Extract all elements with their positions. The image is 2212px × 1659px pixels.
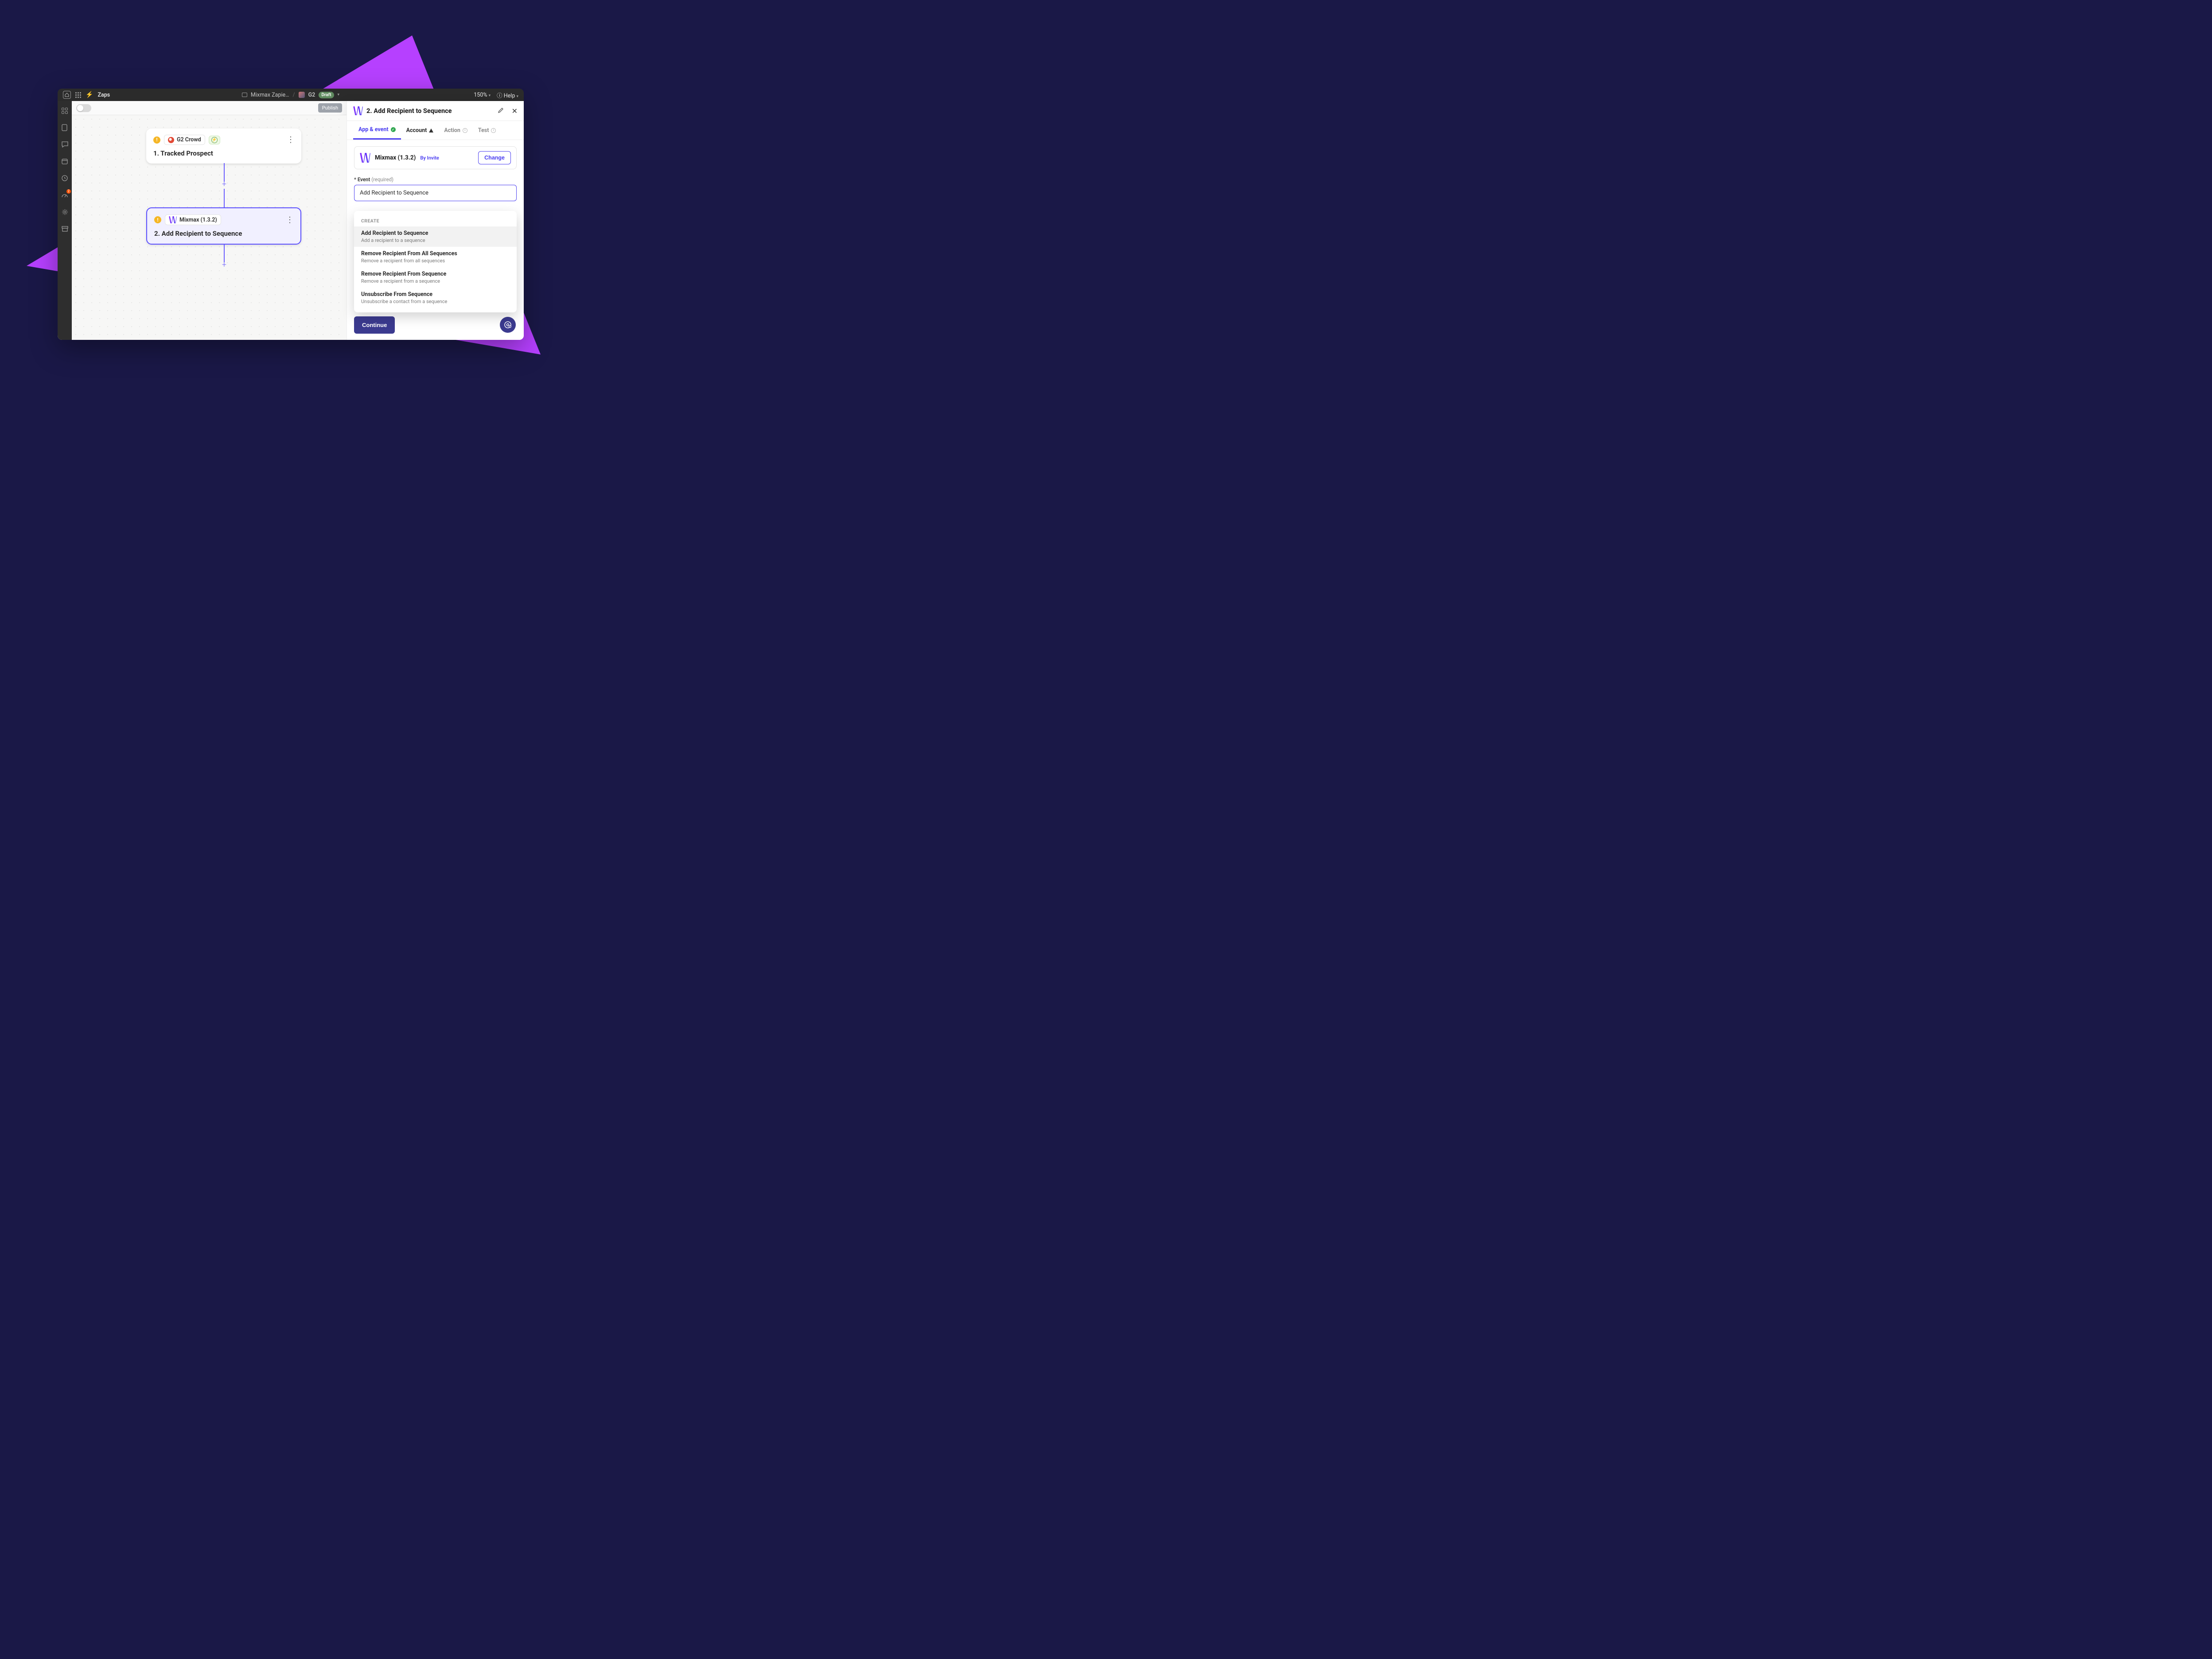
by-invite-badge: By Invite	[420, 155, 439, 161]
draft-badge: Draft	[319, 92, 334, 98]
more-icon[interactable]: ⋮	[287, 135, 294, 144]
notification-badge: 2	[66, 189, 71, 194]
app-chip-g2[interactable]: G2 Crowd	[164, 135, 205, 145]
mixmax-icon	[169, 216, 177, 223]
warning-icon: !	[154, 216, 161, 223]
folder-name[interactable]: Mixmax Zapie…	[251, 92, 289, 98]
dropdown-item[interactable]: Remove Recipient From SequenceRemove a r…	[354, 267, 517, 288]
tab-app-event[interactable]: App & event✓	[353, 121, 401, 140]
event-dropdown: CREATE Add Recipient to SequenceAdd a re…	[354, 211, 517, 312]
panel-title: 2. Add Recipient to Sequence	[366, 107, 452, 115]
warning-icon: !	[153, 136, 160, 144]
flash-icon: ⚡	[211, 137, 218, 143]
event-label: * Event (required)	[354, 176, 517, 183]
add-step-icon[interactable]: +	[221, 182, 227, 188]
g2-icon	[168, 137, 174, 143]
zap-node-1[interactable]: ! G2 Crowd ⚡ ⋮ 1. Tracked Prospect	[146, 129, 301, 164]
canvas-toolbar: Publish	[72, 101, 347, 115]
info-icon: i	[463, 128, 467, 133]
top-bar: ⚡ Zaps Mixmax Zapie… / G2 Draft ▾ 150% ▾…	[58, 89, 524, 101]
node-title: 2. Add Recipient to Sequence	[154, 230, 293, 238]
gauge-icon[interactable]: 2	[61, 191, 68, 199]
connector-line	[224, 245, 225, 262]
change-button[interactable]: Change	[478, 151, 511, 164]
tab-account[interactable]: Account	[401, 121, 439, 140]
dropdown-item[interactable]: Add Recipient to SequenceAdd a recipient…	[354, 226, 517, 247]
zap-name[interactable]: G2	[308, 92, 315, 98]
zap-node-2[interactable]: ! Mixmax (1.3.2) ⋮ 2. Add Recipient to S…	[146, 207, 301, 245]
connector-line	[224, 163, 225, 182]
folder-icon	[242, 93, 247, 97]
tab-test[interactable]: Testi	[473, 121, 502, 140]
comment-icon[interactable]	[61, 141, 68, 148]
step-panel: 2. Add Recipient to Sequence ✕ App & eve…	[347, 101, 524, 340]
trigger-chip[interactable]: ⚡	[209, 136, 220, 144]
continue-button[interactable]: Continue	[354, 316, 395, 334]
archive-icon[interactable]	[61, 225, 68, 232]
help-menu[interactable]: ⓘ Help ▾	[497, 91, 518, 99]
dropdown-item[interactable]: Unsubscribe From SequenceUnsubscribe a c…	[354, 288, 517, 308]
dropdown-group-label: CREATE	[354, 215, 517, 226]
clock-icon[interactable]	[61, 175, 68, 182]
connector-line	[224, 189, 225, 207]
app-chip-mixmax[interactable]: Mixmax (1.3.2)	[165, 214, 221, 225]
home-icon[interactable]	[63, 91, 71, 99]
calendar-icon[interactable]	[61, 158, 68, 165]
section-title: Zaps	[97, 92, 110, 98]
event-input[interactable]: Add Recipient to Sequence	[354, 185, 517, 201]
add-step-icon[interactable]: +	[221, 262, 227, 269]
tab-action[interactable]: Actioni	[439, 121, 473, 140]
gear-icon[interactable]	[61, 208, 68, 215]
apps-grid-icon[interactable]	[75, 92, 81, 98]
avatar-icon	[299, 92, 305, 98]
warning-icon	[429, 129, 433, 132]
check-icon: ✓	[391, 127, 396, 132]
info-icon: i	[491, 128, 496, 133]
help-fab[interactable]	[500, 317, 516, 333]
node-title: 1. Tracked Prospect	[153, 149, 294, 157]
zoom-level[interactable]: 150% ▾	[474, 92, 491, 98]
mixmax-icon	[353, 106, 363, 115]
mixmax-icon	[360, 153, 370, 163]
canvas[interactable]: ! G2 Crowd ⚡ ⋮ 1. Tracked Prospect + ! M…	[72, 115, 347, 340]
publish-button[interactable]: Publish	[318, 103, 342, 113]
dropdown-item[interactable]: Remove Recipient From All SequencesRemov…	[354, 247, 517, 267]
selected-app-row: Mixmax (1.3.2) By Invite Change	[354, 146, 517, 169]
app-name: Mixmax (1.3.2)	[375, 154, 416, 161]
close-icon[interactable]: ✕	[512, 107, 518, 115]
chevron-down-icon[interactable]: ▾	[338, 93, 340, 97]
breadcrumb: Mixmax Zapie… / G2 Draft ▾	[242, 92, 339, 98]
apps-icon[interactable]	[61, 107, 68, 114]
app-window: ⚡ Zaps Mixmax Zapie… / G2 Draft ▾ 150% ▾…	[58, 89, 524, 340]
more-icon[interactable]: ⋮	[286, 215, 293, 225]
doc-icon[interactable]	[61, 124, 68, 131]
pencil-icon[interactable]	[498, 107, 504, 115]
panel-tabs: App & event✓ Account Actioni Testi	[347, 121, 524, 140]
zap-bolt-icon: ⚡	[86, 91, 93, 98]
zap-toggle[interactable]	[76, 104, 91, 112]
left-rail: 2	[58, 101, 72, 340]
